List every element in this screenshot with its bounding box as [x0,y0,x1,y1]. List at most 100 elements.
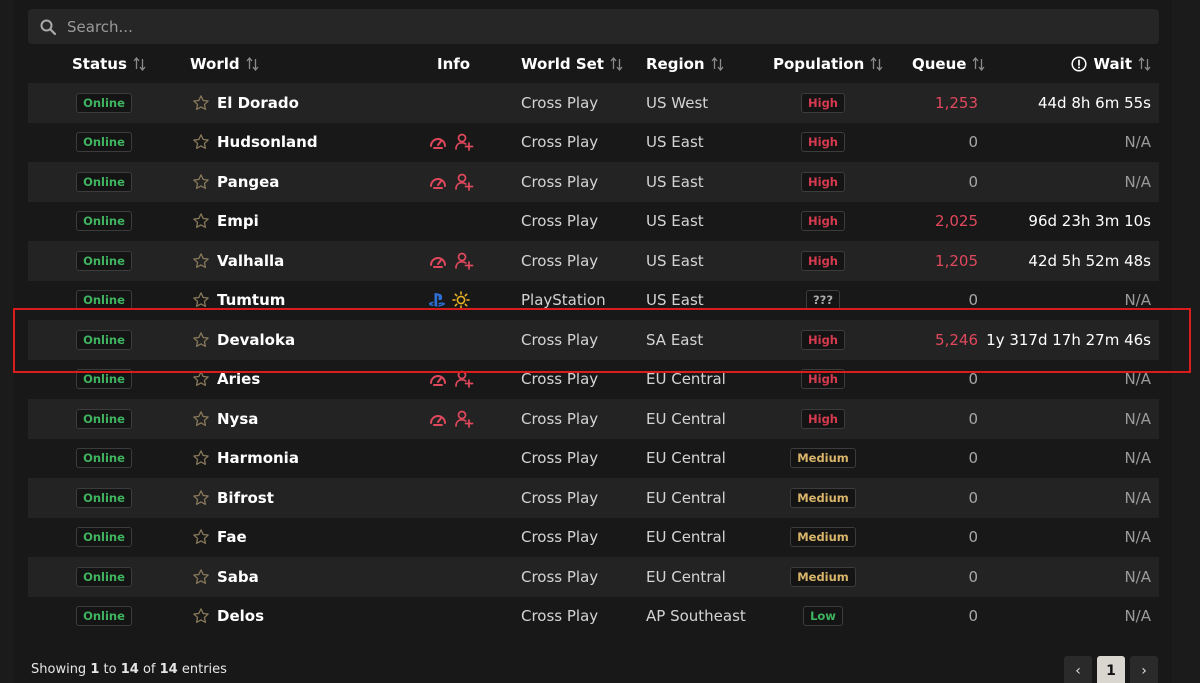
world-cell: Aries [192,360,260,400]
world-name: Devaloka [217,330,296,349]
status-cell: Online [76,241,132,281]
status-cell: Online [76,597,132,637]
sort-icon[interactable] [246,56,259,71]
population-cell: High [773,360,873,400]
population-badge: Low [803,606,843,627]
star-icon[interactable] [192,331,210,349]
table-row[interactable]: Online Pangea Cross Play US East High 0 … [28,162,1159,202]
sort-icon[interactable] [870,56,883,71]
table-row[interactable]: Online Hudsonland Cross Play US East Hig… [28,122,1159,163]
info-cell [428,399,474,439]
speed-icon [428,252,448,270]
population-cell: High [773,320,873,360]
wait-cell: 1y 317d 17h 27m 46s [986,330,1151,349]
column-header-region[interactable]: Region [646,44,724,83]
population-cell: High [773,202,873,242]
wait-cell: N/A [1124,133,1151,152]
world-set-cell: Cross Play [521,133,599,152]
page-1-button[interactable]: 1 [1097,656,1125,683]
region-cell: EU Central [646,567,726,586]
star-icon[interactable] [192,489,210,507]
table-row[interactable]: Online Fae Cross Play EU Central Medium … [28,517,1159,558]
queue-cell: 2,025 [935,212,978,231]
table-row[interactable]: Online Tumtum PlayStation US East ??? 0 … [28,280,1159,320]
column-header-population[interactable]: Population [773,44,883,83]
table-row[interactable]: Online Nysa Cross Play EU Central High 0… [28,399,1159,439]
queue-cell: 1,253 [935,93,978,112]
user-plus-icon [454,410,474,428]
table-row[interactable]: Online Valhalla Cross Play US East High … [28,241,1159,281]
column-header-info: Info [437,44,470,83]
queue-cell: 0 [968,607,978,626]
star-icon[interactable] [192,410,210,428]
next-page-button[interactable]: › [1130,656,1158,683]
info-cell [428,360,474,400]
star-icon[interactable] [192,370,210,388]
column-label: Queue [912,54,967,73]
table-row[interactable]: Online Devaloka Cross Play SA East High … [28,320,1159,360]
table-row[interactable]: Online Empi Cross Play US East High 2,02… [28,201,1159,242]
column-header-world-set[interactable]: World Set [521,44,623,83]
star-icon[interactable] [192,568,210,586]
world-cell: Empi [192,202,259,242]
population-badge: ??? [805,290,840,311]
wait-cell: N/A [1124,607,1151,626]
status-badge: Online [76,211,132,232]
population-cell: High [773,241,873,281]
star-icon[interactable] [192,449,210,467]
population-cell: Medium [773,557,873,597]
column-header-world[interactable]: World [190,44,259,83]
sort-icon[interactable] [133,56,146,71]
wait-cell: N/A [1124,409,1151,428]
world-set-cell: Cross Play [521,172,599,191]
prev-page-button[interactable]: ‹ [1064,656,1092,683]
sort-icon[interactable] [711,56,724,71]
search-icon [40,19,56,35]
region-cell: SA East [646,330,704,349]
world-set-cell: Cross Play [521,330,599,349]
star-icon[interactable] [192,94,210,112]
info-cell [428,123,474,163]
status-badge: Online [76,566,132,587]
world-name: Hudsonland [217,133,318,152]
star-icon[interactable] [192,252,210,270]
world-cell: Valhalla [192,241,284,281]
table-row[interactable]: Online Bifrost Cross Play EU Central Med… [28,478,1159,518]
status-cell: Online [76,83,132,123]
table-row[interactable]: Online Saba Cross Play EU Central Medium… [28,557,1159,597]
alert-circle-icon [1070,55,1087,72]
star-icon[interactable] [192,212,210,230]
region-cell: US West [646,93,709,112]
table-row[interactable]: Online Harmonia Cross Play EU Central Me… [28,438,1159,478]
speed-icon [428,370,448,388]
table-row[interactable]: Online Aries Cross Play EU Central High … [28,359,1159,400]
search-bar[interactable] [28,9,1159,44]
info-cell [428,162,474,202]
status-cell: Online [76,518,132,558]
star-icon[interactable] [192,133,210,151]
star-icon[interactable] [192,291,210,309]
table-row[interactable]: Online El Dorado Cross Play US West High… [28,83,1159,123]
search-input[interactable] [67,17,1067,36]
wait-cell: N/A [1124,528,1151,547]
queue-cell: 0 [968,172,978,191]
star-icon[interactable] [192,173,210,191]
column-header-wait[interactable]: Wait [1070,44,1151,83]
column-header-status[interactable]: Status [72,44,146,83]
column-header-queue[interactable]: Queue [912,44,985,83]
star-icon[interactable] [192,528,210,546]
world-cell: Hudsonland [192,123,318,163]
user-plus-icon [454,370,474,389]
star-icon[interactable] [192,607,210,625]
sort-icon[interactable] [972,56,985,71]
table-row[interactable]: Online Delos Cross Play AP Southeast Low… [28,596,1159,637]
world-name: Bifrost [217,488,274,507]
status-cell: Online [76,360,132,400]
population-badge: Medium [790,448,856,469]
sort-icon[interactable] [610,56,623,71]
world-set-cell: Cross Play [521,488,599,507]
queue-cell: 0 [968,528,978,547]
column-label: World [190,54,240,73]
sort-icon[interactable] [1138,56,1151,71]
population-cell: High [773,123,873,163]
